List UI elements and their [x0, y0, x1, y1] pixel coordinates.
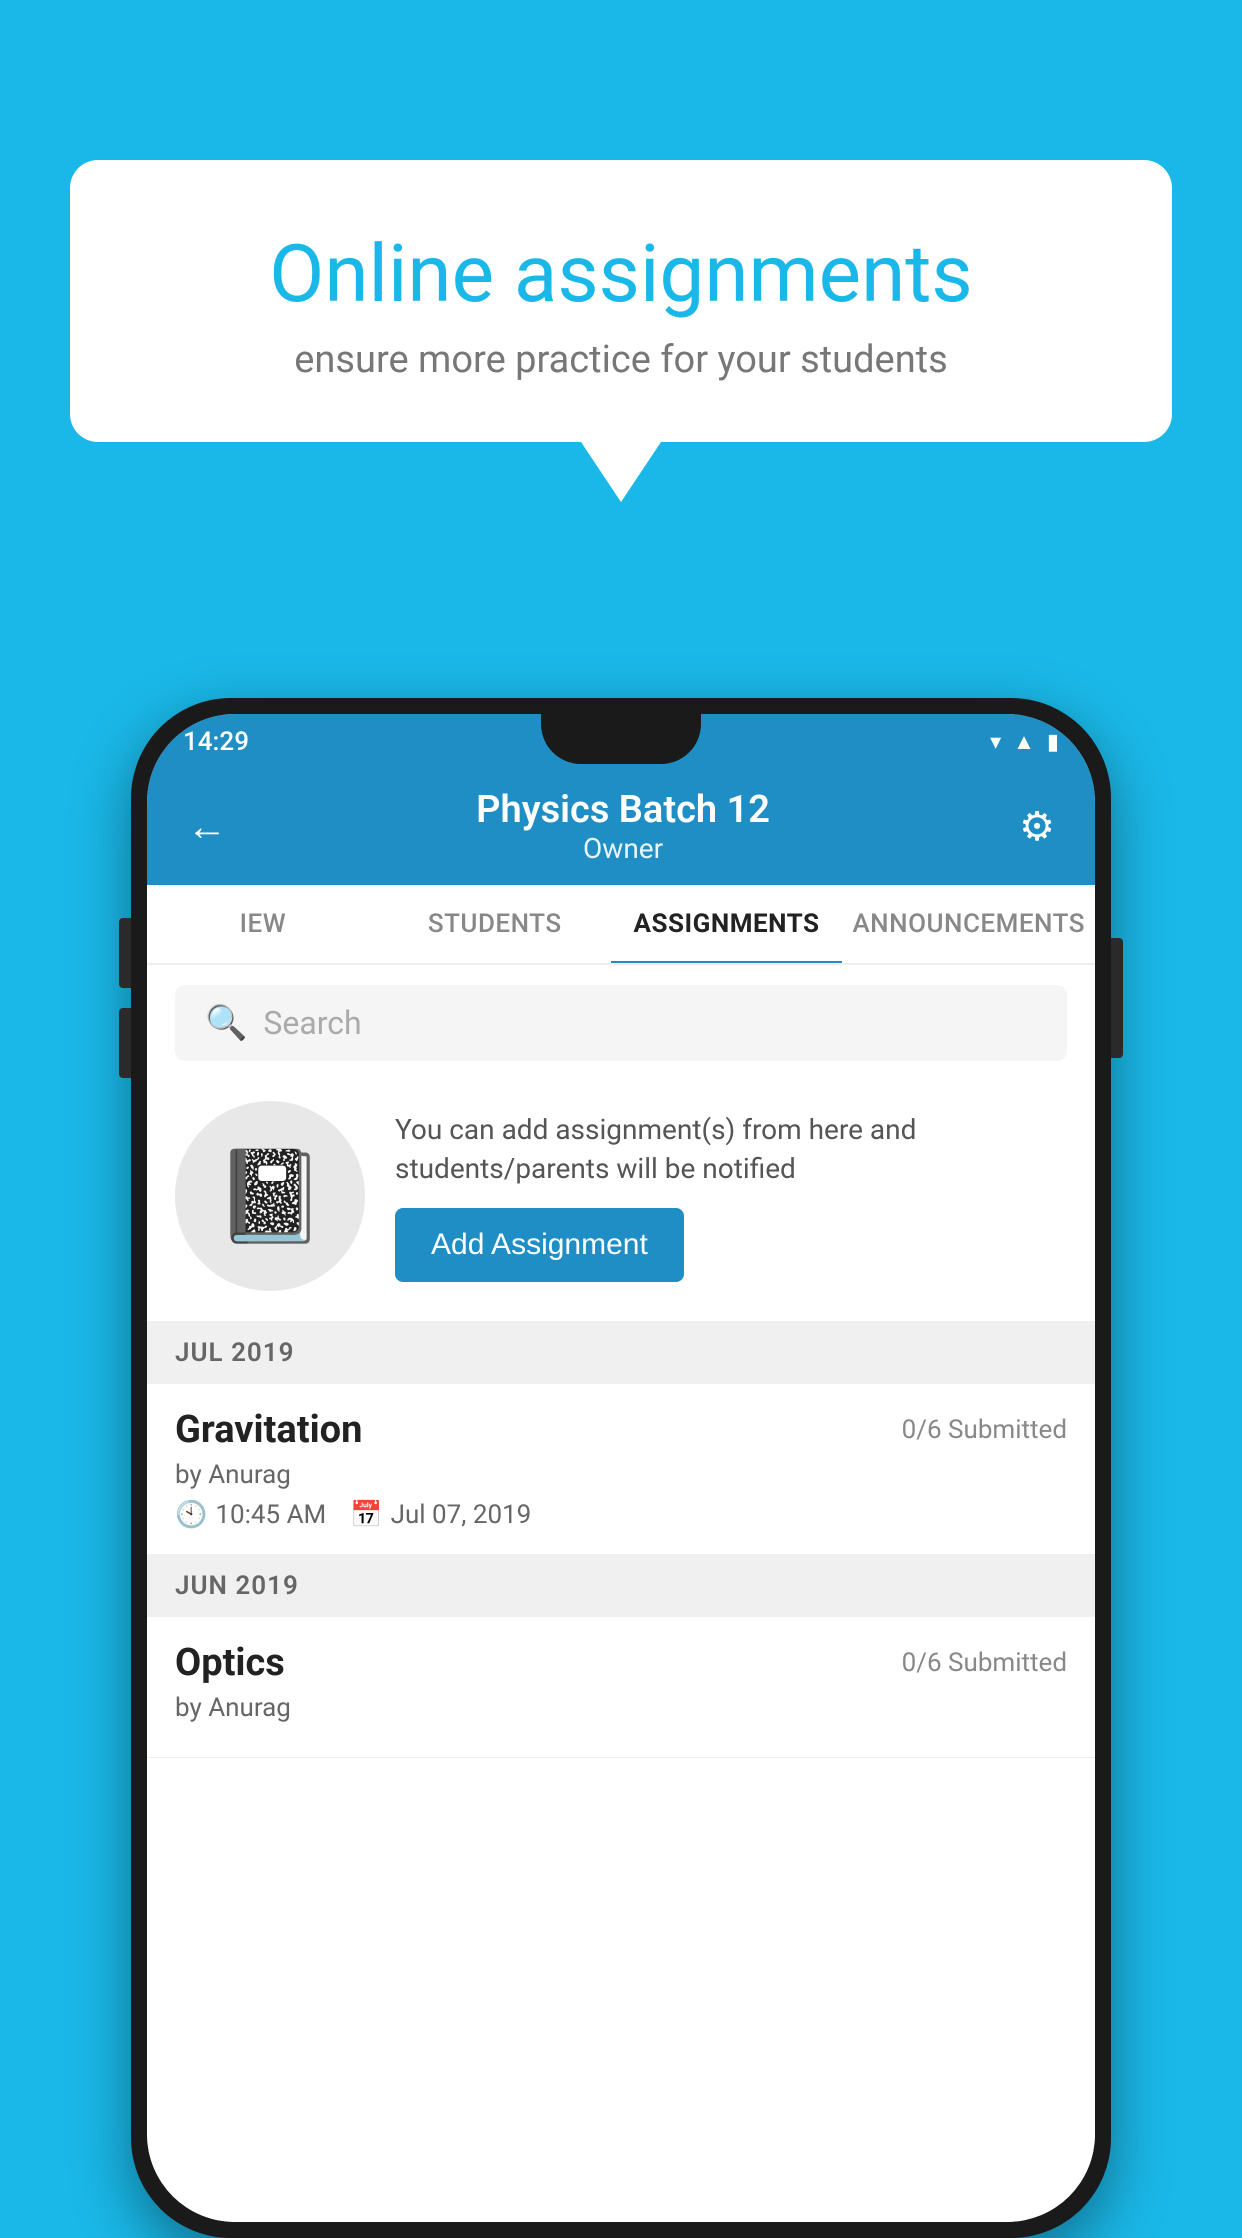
meta-time-gravitation: 🕙 10:45 AM — [175, 1500, 326, 1530]
assignment-item-row1: Gravitation 0/6 Submitted — [175, 1408, 1067, 1452]
tab-iew[interactable]: IEW — [147, 885, 379, 963]
header-center: Physics Batch 12 Owner — [476, 788, 770, 865]
search-placeholder: Search — [263, 1004, 361, 1042]
status-time: 14:29 — [183, 727, 249, 757]
speech-bubble-tail — [581, 442, 661, 502]
phone-frame: 14:29 ▾ ▲ ▮ ← Physics Batch 12 Owner ⚙ I… — [131, 698, 1111, 2238]
assignment-meta-gravitation: 🕙 10:45 AM 📅 Jul 07, 2019 — [175, 1500, 1067, 1530]
add-assignment-button[interactable]: Add Assignment — [395, 1208, 684, 1282]
section-jun-2019: JUN 2019 — [147, 1555, 1095, 1617]
batch-title: Physics Batch 12 — [476, 788, 770, 832]
signal-icon: ▲ — [1013, 729, 1035, 755]
assignment-submitted-gravitation: 0/6 Submitted — [902, 1415, 1067, 1445]
assignment-item-optics[interactable]: Optics 0/6 Submitted by Anurag — [147, 1617, 1095, 1758]
speech-bubble-subtitle: ensure more practice for your students — [150, 338, 1092, 382]
assignment-prompt: 📓 You can add assignment(s) from here an… — [147, 1081, 1095, 1322]
section-jul-2019: JUL 2019 — [147, 1322, 1095, 1384]
status-icons: ▾ ▲ ▮ — [990, 729, 1059, 755]
assignment-item-row1-optics: Optics 0/6 Submitted — [175, 1641, 1067, 1685]
notebook-icon: 📓 — [214, 1144, 326, 1249]
meta-date-gravitation: 📅 Jul 07, 2019 — [350, 1500, 531, 1530]
assignment-text-area: You can add assignment(s) from here and … — [395, 1110, 1067, 1282]
battery-icon: ▮ — [1047, 730, 1059, 755]
tab-assignments[interactable]: ASSIGNMENTS — [611, 885, 843, 963]
speech-bubble-title: Online assignments — [150, 230, 1092, 318]
assignment-time-gravitation: 10:45 AM — [215, 1500, 326, 1530]
volume-up-button — [119, 918, 131, 988]
phone-notch — [541, 714, 701, 764]
assignment-submitted-optics: 0/6 Submitted — [902, 1648, 1067, 1678]
search-icon: 🔍 — [205, 1003, 247, 1043]
search-bar[interactable]: 🔍 Search — [175, 985, 1067, 1061]
assignment-by-optics: by Anurag — [175, 1693, 1067, 1723]
power-button — [1111, 938, 1123, 1058]
assignment-date-gravitation: Jul 07, 2019 — [391, 1500, 532, 1530]
assignment-name-optics: Optics — [175, 1641, 285, 1685]
tab-bar: IEW STUDENTS ASSIGNMENTS ANNOUNCEMENTS — [147, 885, 1095, 965]
speech-bubble: Online assignments ensure more practice … — [70, 160, 1172, 442]
speech-bubble-container: Online assignments ensure more practice … — [70, 160, 1172, 502]
assignment-by-gravitation: by Anurag — [175, 1460, 1067, 1490]
phone-screen: 14:29 ▾ ▲ ▮ ← Physics Batch 12 Owner ⚙ I… — [147, 714, 1095, 2222]
batch-subtitle: Owner — [476, 832, 770, 865]
assignment-item-gravitation[interactable]: Gravitation 0/6 Submitted by Anurag 🕙 10… — [147, 1384, 1095, 1555]
assignment-icon-circle: 📓 — [175, 1101, 365, 1291]
content-area: 🔍 Search 📓 You can add assignment(s) fro… — [147, 965, 1095, 2222]
wifi-icon: ▾ — [990, 730, 1001, 755]
tab-students[interactable]: STUDENTS — [379, 885, 611, 963]
assignment-name-gravitation: Gravitation — [175, 1408, 362, 1452]
tab-announcements[interactable]: ANNOUNCEMENTS — [842, 885, 1095, 963]
back-button[interactable]: ← — [187, 803, 227, 850]
clock-icon: 🕙 — [175, 1500, 207, 1530]
calendar-icon: 📅 — [350, 1500, 382, 1530]
volume-down-button — [119, 1008, 131, 1078]
app-header: ← Physics Batch 12 Owner ⚙ — [147, 770, 1095, 885]
assignment-description: You can add assignment(s) from here and … — [395, 1110, 1067, 1188]
settings-icon[interactable]: ⚙ — [1019, 803, 1055, 850]
